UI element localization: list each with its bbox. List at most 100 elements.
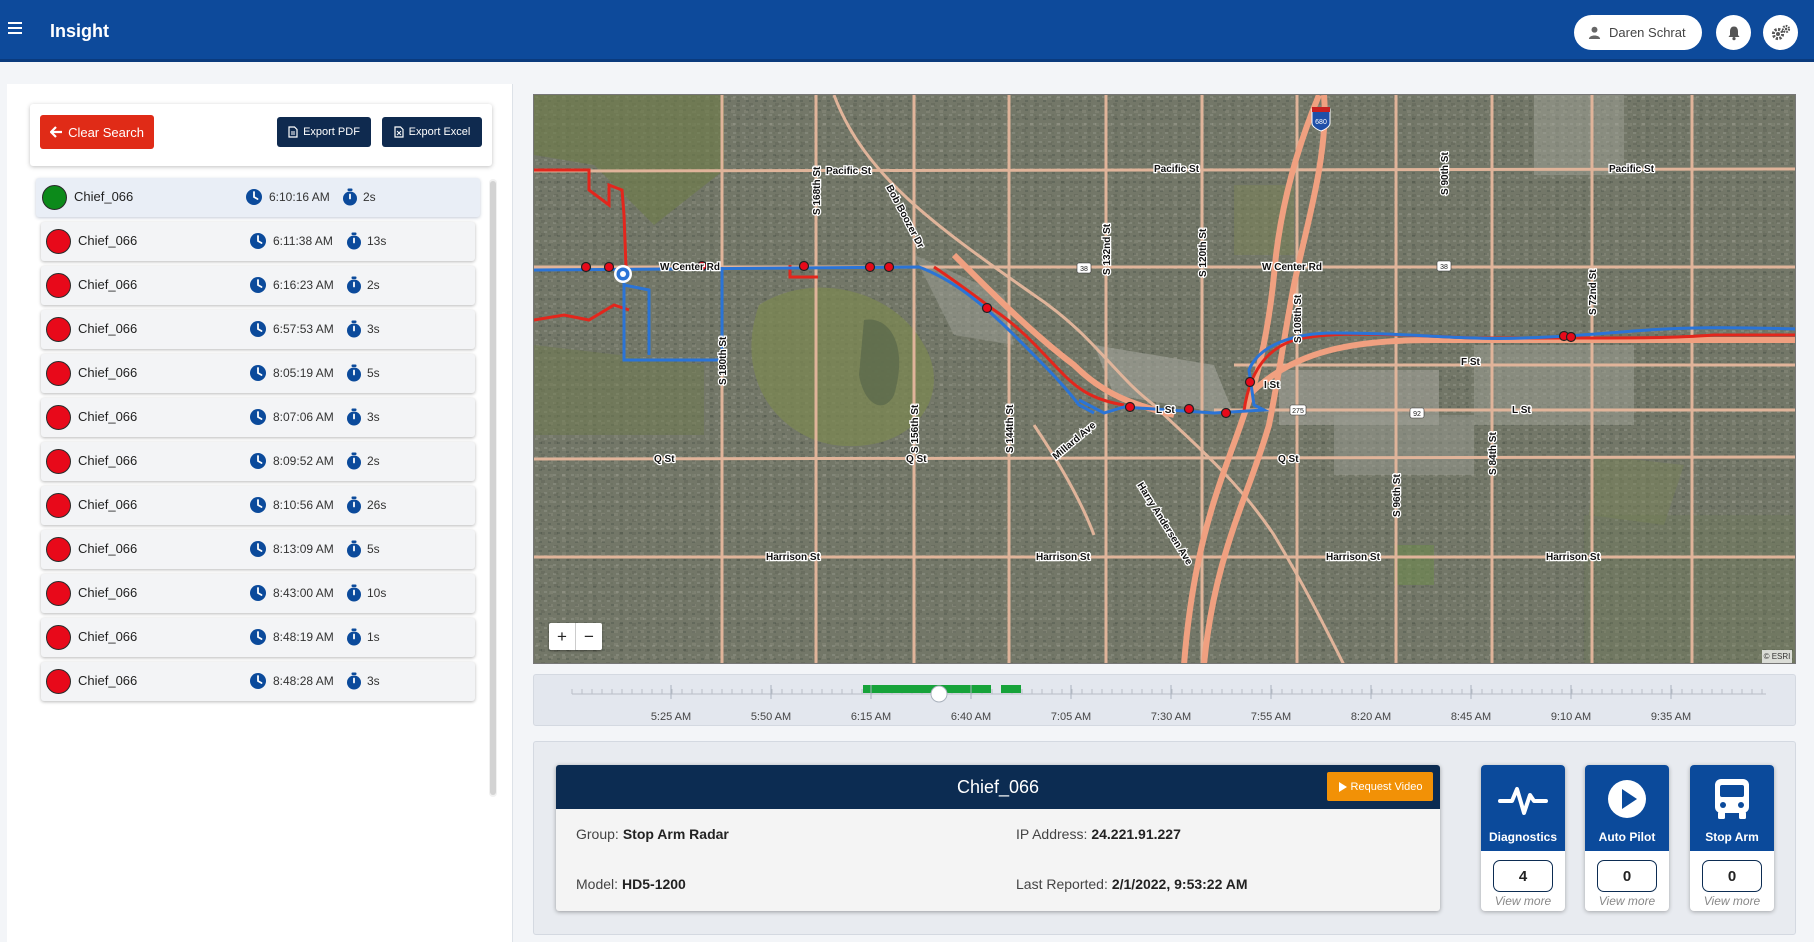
event-duration: 5s bbox=[367, 542, 380, 556]
vehicle-info-card: Chief_066 Request Video Group: Stop Arm R… bbox=[556, 765, 1440, 911]
timeline-handle[interactable] bbox=[930, 685, 948, 703]
timeline-label: 9:10 AM bbox=[1551, 711, 1591, 723]
auto-pilot-card[interactable]: Auto Pilot 0 View more bbox=[1585, 765, 1669, 911]
stop-arm-view-more-link[interactable]: View more bbox=[1690, 894, 1774, 908]
label-s90th: S 90th St bbox=[1440, 152, 1451, 195]
event-list-item[interactable]: Chief_066 8:10:56 AM 26s bbox=[41, 486, 475, 525]
timeline-label: 5:50 AM bbox=[751, 711, 791, 723]
export-pdf-button[interactable]: Export PDF bbox=[277, 117, 371, 147]
event-list-item[interactable]: Chief_066 8:09:52 AM 2s bbox=[41, 442, 475, 481]
hamburger-menu-icon[interactable] bbox=[8, 22, 22, 34]
event-duration: 2s bbox=[367, 454, 380, 468]
zoom-out-button[interactable]: − bbox=[575, 623, 602, 650]
ip-key: IP Address: bbox=[1016, 826, 1088, 842]
status-indicator bbox=[46, 361, 71, 386]
event-list-item[interactable]: Chief_066 8:48:19 AM 1s bbox=[41, 618, 475, 657]
notifications-button[interactable] bbox=[1716, 15, 1751, 50]
clock-icon bbox=[249, 364, 267, 382]
label-s120th: S 120th St bbox=[1198, 228, 1209, 277]
status-indicator bbox=[46, 449, 71, 474]
label-s96th: S 96th St bbox=[1392, 474, 1403, 517]
ip-field: IP Address: 24.221.91.227 bbox=[1016, 826, 1181, 842]
timeline-track[interactable]: 5:25 AM 5:50 AM 6:15 AM 6:40 AM 7:05 AM 7:30 … bbox=[534, 675, 1797, 727]
diagnostics-view-more-link[interactable]: View more bbox=[1481, 894, 1565, 908]
ip-value: 24.221.91.227 bbox=[1091, 826, 1181, 842]
stop-arm-label: Stop Arm bbox=[1705, 830, 1759, 844]
event-vehicle-name: Chief_066 bbox=[78, 453, 138, 468]
diagnostics-card[interactable]: Diagnostics 4 View more bbox=[1481, 765, 1565, 911]
panel-divider bbox=[512, 84, 513, 942]
event-time: 8:13:09 AM bbox=[273, 542, 334, 556]
file-excel-icon bbox=[394, 126, 404, 138]
request-video-button[interactable]: Request Video bbox=[1327, 772, 1433, 801]
label-s108th: S 108th St bbox=[1293, 294, 1304, 343]
auto-pilot-view-more-link[interactable]: View more bbox=[1585, 894, 1669, 908]
event-list-item[interactable]: Chief_066 8:48:28 AM 3s bbox=[41, 662, 475, 701]
map-zoom-control: + − bbox=[549, 623, 602, 650]
event-vehicle-name: Chief_066 bbox=[78, 233, 138, 248]
event-list-item[interactable]: Chief_066 6:11:38 AM 13s bbox=[41, 222, 475, 261]
label-harrison-2: Harrison St bbox=[1036, 552, 1091, 563]
label-q-st-w: Q St bbox=[654, 454, 675, 465]
stopwatch-icon bbox=[345, 364, 363, 382]
model-key: Model: bbox=[576, 876, 619, 892]
event-time: 8:09:52 AM bbox=[273, 454, 334, 468]
label-pacific-st-e: Pacific St bbox=[1609, 164, 1655, 175]
clock-icon bbox=[249, 452, 267, 470]
stopwatch-icon bbox=[345, 584, 363, 602]
label-f-st: F St bbox=[1461, 357, 1481, 368]
map-attribution: © ESRI bbox=[1762, 650, 1792, 663]
svg-text:680: 680 bbox=[1315, 119, 1327, 126]
event-list-item[interactable]: Chief_066 6:10:16 AM 2s bbox=[36, 178, 480, 217]
event-list: Chief_066 6:10:16 AM 2s Chief_066 6:11:38 AM… bbox=[36, 178, 484, 802]
stopwatch-icon bbox=[345, 408, 363, 426]
shield-275: 275 bbox=[1289, 404, 1307, 416]
clock-icon bbox=[245, 188, 263, 206]
timeline[interactable]: 5:25 AM 5:50 AM 6:15 AM 6:40 AM 7:05 AM 7:30 … bbox=[533, 674, 1796, 726]
export-excel-button[interactable]: Export Excel bbox=[382, 117, 482, 147]
label-q-st-e: Q St bbox=[1278, 454, 1299, 465]
event-list-item[interactable]: Chief_066 8:07:06 AM 3s bbox=[41, 398, 475, 437]
event-duration: 26s bbox=[367, 498, 387, 512]
event-duration: 1s bbox=[367, 630, 380, 644]
stop-arm-card[interactable]: Stop Arm 0 View more bbox=[1690, 765, 1774, 911]
map-canvas[interactable]: 680 38 38 275 92 Pacific St Pacific St P… bbox=[534, 95, 1796, 664]
file-pdf-icon bbox=[288, 126, 298, 138]
zoom-in-button[interactable]: + bbox=[549, 623, 575, 650]
auto-pilot-header: Auto Pilot bbox=[1585, 765, 1669, 851]
clear-search-button[interactable]: Clear Search bbox=[40, 115, 154, 149]
status-indicator bbox=[46, 273, 71, 298]
svg-text:38: 38 bbox=[1440, 264, 1448, 271]
label-s132nd: S 132nd St bbox=[1102, 223, 1113, 275]
event-list-item[interactable]: Chief_066 8:05:19 AM 5s bbox=[41, 354, 475, 393]
event-time: 8:05:19 AM bbox=[273, 366, 334, 380]
list-scrollbar[interactable] bbox=[490, 181, 496, 795]
app-title: Insight bbox=[50, 21, 109, 41]
vehicle-position-marker[interactable] bbox=[614, 265, 632, 283]
event-list-item[interactable]: Chief_066 8:43:00 AM 10s bbox=[41, 574, 475, 613]
event-list-item[interactable]: Chief_066 8:13:09 AM 5s bbox=[41, 530, 475, 569]
export-pdf-label: Export PDF bbox=[303, 126, 360, 138]
map[interactable]: 680 38 38 275 92 Pacific St Pacific St P… bbox=[533, 94, 1796, 664]
stopwatch-icon bbox=[345, 452, 363, 470]
status-indicator bbox=[46, 405, 71, 430]
timeline-label: 8:20 AM bbox=[1351, 711, 1391, 723]
event-time: 6:57:53 AM bbox=[273, 322, 334, 336]
status-indicator bbox=[46, 625, 71, 650]
timeline-label: 7:30 AM bbox=[1151, 711, 1191, 723]
user-menu-button[interactable]: Daren Schrat bbox=[1574, 15, 1702, 50]
clear-search-label: Clear Search bbox=[68, 124, 144, 140]
arrow-left-icon bbox=[50, 126, 63, 138]
event-vehicle-name: Chief_066 bbox=[78, 629, 138, 644]
event-list-item[interactable]: Chief_066 6:16:23 AM 2s bbox=[41, 266, 475, 305]
diagnostics-count: 4 bbox=[1493, 860, 1553, 892]
status-indicator bbox=[46, 581, 71, 606]
event-vehicle-name: Chief_066 bbox=[78, 585, 138, 600]
stopwatch-icon bbox=[345, 628, 363, 646]
clock-icon bbox=[249, 408, 267, 426]
event-duration: 3s bbox=[367, 322, 380, 336]
label-s168th: S 168th St bbox=[812, 166, 823, 215]
label-l-st-c: L St bbox=[1156, 405, 1175, 416]
event-list-item[interactable]: Chief_066 6:57:53 AM 3s bbox=[41, 310, 475, 349]
settings-button[interactable] bbox=[1763, 15, 1798, 50]
